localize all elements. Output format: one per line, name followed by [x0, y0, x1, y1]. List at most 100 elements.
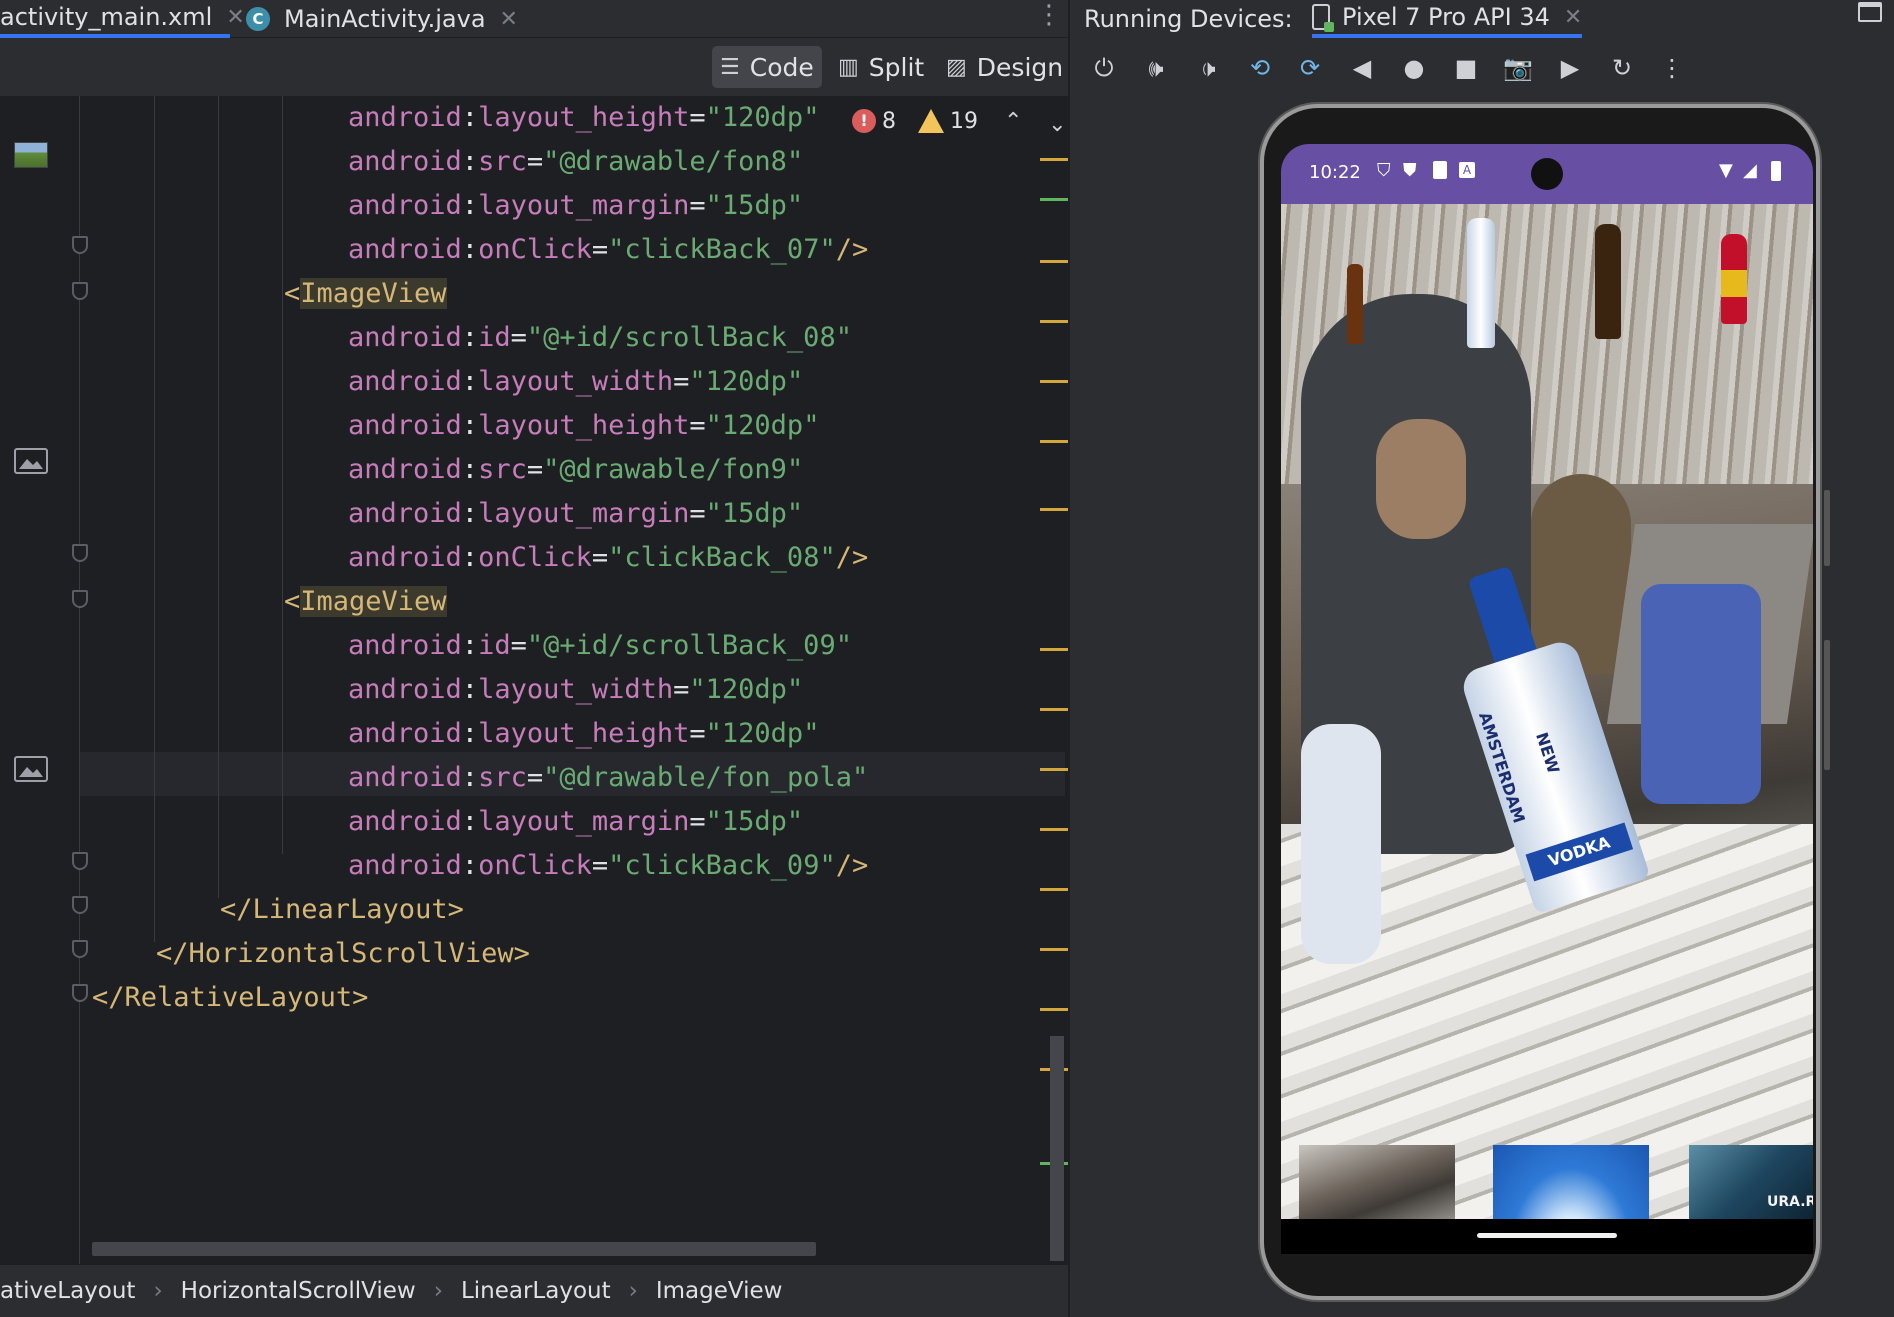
- code-line[interactable]: android:layout_height="120dp": [348, 404, 819, 448]
- code-line[interactable]: android:layout_height="120dp": [348, 96, 819, 140]
- design-mode-button[interactable]: ▨ Design: [938, 46, 1071, 88]
- warning-stripe-mark[interactable]: [1040, 440, 1068, 443]
- fold-marker-icon[interactable]: [72, 896, 88, 914]
- horizontal-scrollbar[interactable]: [92, 1242, 816, 1256]
- code-line[interactable]: android:layout_width="120dp": [348, 360, 803, 404]
- breadcrumb-item[interactable]: HorizontalScrollView: [181, 1278, 416, 1304]
- lines-icon: ☰: [720, 54, 740, 80]
- code-token: "clickBack_07": [608, 234, 836, 265]
- breadcrumb-item[interactable]: LinearLayout: [461, 1278, 611, 1304]
- code-line[interactable]: android:onClick="clickBack_08"/>: [348, 536, 868, 580]
- breadcrumb-item[interactable]: ImageView: [656, 1278, 783, 1304]
- tab-device[interactable]: Pixel 7 Pro API 34 ✕: [1312, 0, 1583, 38]
- code-mode-button[interactable]: ☰ Code: [712, 46, 822, 88]
- code-line[interactable]: android:onClick="clickBack_09"/>: [348, 844, 868, 888]
- code-line[interactable]: android:id="@+id/scrollBack_09": [348, 624, 852, 668]
- split-mode-button[interactable]: ▥ Split: [830, 46, 932, 88]
- overview-icon[interactable]: ■: [1450, 52, 1482, 84]
- reset-icon[interactable]: ↻: [1606, 52, 1638, 84]
- fold-marker-icon[interactable]: [72, 590, 88, 608]
- code-line[interactable]: android:id="@+id/scrollBack_08": [348, 316, 852, 360]
- code-line[interactable]: <ImageView: [284, 272, 447, 316]
- phone-power-button[interactable]: [1824, 490, 1830, 566]
- volume-up-icon[interactable]: 🕪: [1140, 52, 1172, 84]
- volume-down-icon[interactable]: 🕩: [1192, 52, 1224, 84]
- warning-stripe-mark[interactable]: [1040, 708, 1068, 711]
- indent-guide: [282, 96, 283, 854]
- warning-stripe-mark[interactable]: [1040, 380, 1068, 383]
- breadcrumb-item[interactable]: ativeLayout: [0, 1278, 135, 1304]
- chevron-down-icon[interactable]: ⌃: [1048, 109, 1066, 134]
- code-token: :: [461, 850, 479, 881]
- chevron-up-icon[interactable]: ⌃: [1004, 109, 1022, 134]
- close-icon[interactable]: ✕: [226, 5, 244, 30]
- window-icon[interactable]: [1858, 2, 1882, 22]
- code-line[interactable]: android:src="@drawable/fon8": [348, 140, 803, 184]
- juice-bottle-image[interactable]: [1721, 234, 1747, 324]
- code-token: "120dp": [705, 718, 820, 749]
- image-placeholder-icon[interactable]: [14, 448, 48, 474]
- warning-stripe-mark[interactable]: [1040, 508, 1068, 511]
- code-line[interactable]: <ImageView: [284, 580, 447, 624]
- image-placeholder-icon[interactable]: [14, 756, 48, 782]
- code-line[interactable]: </RelativeLayout>: [92, 976, 368, 1020]
- tab-main-activity-java[interactable]: C MainActivity.java ✕: [246, 0, 518, 38]
- code-line[interactable]: android:layout_height="120dp": [348, 712, 819, 756]
- code-line[interactable]: android:layout_width="120dp": [348, 668, 803, 712]
- dark-beer-bottle-image[interactable]: [1595, 224, 1621, 339]
- home-gesture-handle[interactable]: [1477, 1233, 1617, 1238]
- fold-marker-icon[interactable]: [72, 282, 88, 300]
- camera-icon[interactable]: 📷: [1502, 52, 1534, 84]
- phone-volume-button[interactable]: [1824, 640, 1830, 770]
- vertical-scrollbar[interactable]: [1050, 1036, 1064, 1261]
- fold-marker-icon[interactable]: [72, 544, 88, 562]
- home-icon[interactable]: ●: [1398, 52, 1430, 84]
- rotate-left-icon[interactable]: ⟲: [1244, 52, 1276, 84]
- back-icon[interactable]: ◀: [1346, 52, 1378, 84]
- code-token: layout_margin: [478, 190, 690, 221]
- close-icon[interactable]: ✕: [500, 7, 518, 32]
- code-token: android: [348, 674, 462, 705]
- code-line[interactable]: android:onClick="clickBack_07"/>: [348, 228, 868, 272]
- warning-stripe-mark[interactable]: [1040, 320, 1068, 323]
- code-line[interactable]: android:layout_margin="15dp": [348, 492, 803, 536]
- warning-stripe-mark[interactable]: [1040, 158, 1068, 161]
- more-icon[interactable]: ⋮: [1656, 52, 1688, 84]
- warning-stripe-mark[interactable]: [1040, 768, 1068, 771]
- tab-activity-main-xml[interactable]: activity_main.xml ✕: [0, 0, 245, 38]
- phone-screen[interactable]: 10:22 ⛉ ⛊ A ▼ ◢ NEW AMSTERDAM VODKA URA.…: [1281, 144, 1813, 1254]
- code-token: <: [284, 586, 301, 617]
- close-icon[interactable]: ✕: [1564, 5, 1582, 30]
- warning-stripe-mark[interactable]: [1040, 648, 1068, 651]
- code-line[interactable]: </LinearLayout>: [220, 888, 464, 932]
- warning-stripe-mark[interactable]: [1040, 888, 1068, 891]
- video-icon[interactable]: ▶: [1554, 52, 1586, 84]
- code-line[interactable]: android:src="@drawable/fon_pola": [348, 756, 868, 800]
- vodka-bottle-image[interactable]: [1467, 218, 1495, 348]
- drawable-preview-icon[interactable]: [14, 142, 48, 168]
- fold-marker-icon[interactable]: [72, 236, 88, 254]
- code-token: :: [461, 630, 479, 661]
- code-line[interactable]: android:layout_margin="15dp": [348, 800, 803, 844]
- fold-marker-icon[interactable]: [72, 852, 88, 870]
- fold-marker-icon[interactable]: [72, 984, 88, 1002]
- inspection-widget[interactable]: ! 8 19 ⌃ ⌃: [852, 106, 1067, 136]
- code-token: android: [348, 146, 462, 177]
- device-tab-label: Pixel 7 Pro API 34: [1342, 3, 1550, 31]
- warning-stripe-mark[interactable]: [1040, 948, 1068, 951]
- warning-stripe-mark[interactable]: [1040, 1008, 1068, 1011]
- warning-stripe-mark[interactable]: [1040, 260, 1068, 263]
- rotate-right-icon[interactable]: ⟳: [1294, 52, 1326, 84]
- change-stripe-mark[interactable]: [1040, 198, 1068, 201]
- code-line[interactable]: android:layout_margin="15dp": [348, 184, 803, 228]
- code-editor[interactable]: android:layout_height="120dp" android:src…: [0, 96, 1068, 1264]
- power-icon[interactable]: ⏻: [1088, 52, 1120, 84]
- fold-marker-icon[interactable]: [72, 940, 88, 958]
- beer-bottle-image[interactable]: [1347, 264, 1363, 344]
- more-options-icon[interactable]: ⋮: [1036, 0, 1062, 30]
- code-line[interactable]: android:src="@drawable/fon9": [348, 448, 803, 492]
- code-token: =: [689, 190, 706, 221]
- code-line[interactable]: </HorizontalScrollView>: [156, 932, 530, 976]
- ide-window: activity_main.xml ✕ C MainActivity.java …: [0, 0, 1894, 1317]
- warning-stripe-mark[interactable]: [1040, 828, 1068, 831]
